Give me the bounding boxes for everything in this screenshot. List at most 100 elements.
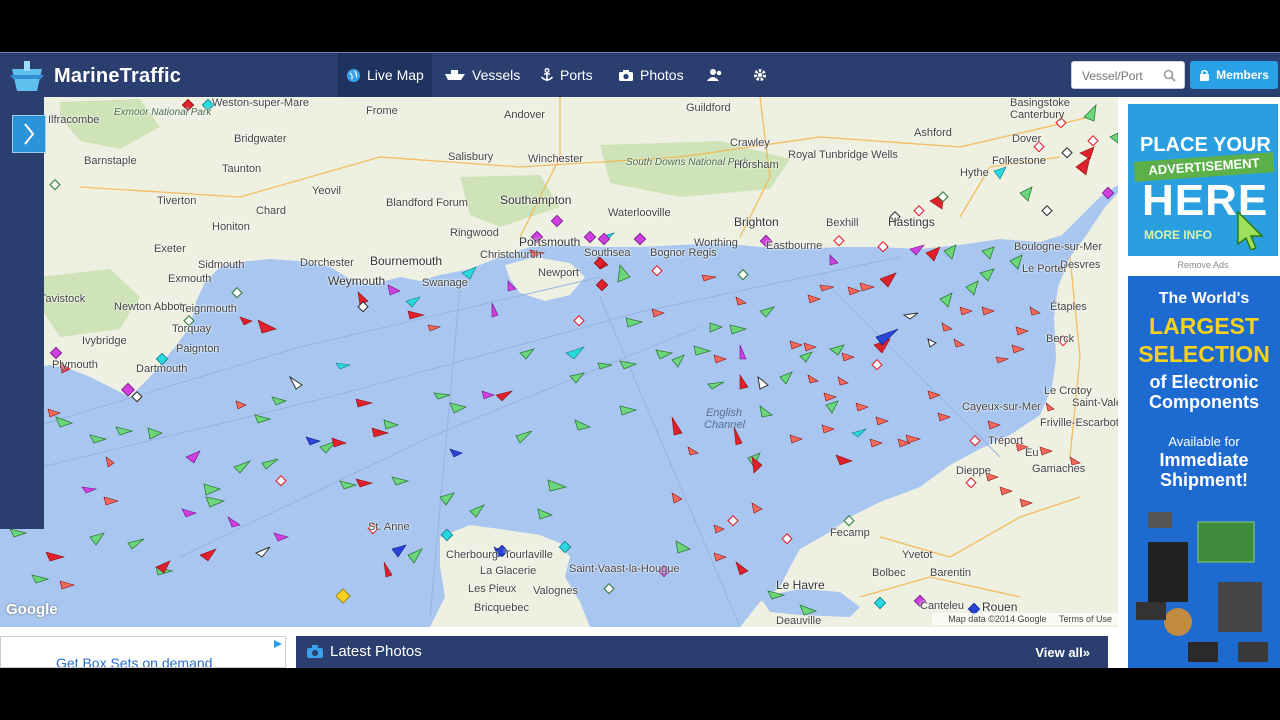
place-label: Étaples bbox=[1050, 301, 1087, 313]
nav-live-map[interactable]: Live Map bbox=[338, 53, 432, 97]
place-label: Berck bbox=[1046, 333, 1075, 345]
place-label: Basingstoke bbox=[1010, 97, 1070, 109]
nav-vessels[interactable]: Vessels bbox=[436, 53, 528, 97]
place-label: Ashford bbox=[914, 127, 952, 139]
latest-photos-bar: Latest Photos View all» bbox=[296, 636, 1108, 668]
top-navigation-bar: MarineTraffic Live Map Vessels Ports Pho… bbox=[0, 52, 1280, 97]
place-label: Dieppe bbox=[956, 465, 991, 477]
place-label: Fecamp bbox=[830, 527, 870, 539]
place-label: Royal Tunbridge Wells bbox=[788, 149, 898, 161]
gear-icon bbox=[754, 69, 766, 81]
box-sets-ad[interactable]: Get Box Sets on demand bbox=[0, 636, 286, 668]
search-input[interactable] bbox=[1080, 63, 1168, 89]
place-label: Crawley bbox=[730, 137, 770, 149]
place-label: Hastings bbox=[888, 215, 935, 229]
nav-ports[interactable]: Ports bbox=[532, 53, 601, 97]
globe-icon bbox=[346, 68, 361, 82]
place-label: Boulogne-sur-Mer bbox=[1014, 241, 1103, 253]
members-label: Members bbox=[1216, 68, 1269, 82]
search-icon[interactable] bbox=[1163, 69, 1176, 82]
place-label: Winchester bbox=[528, 153, 584, 165]
place-label: Bournemouth bbox=[370, 254, 443, 268]
place-label: Canterbury bbox=[1010, 109, 1065, 121]
place-label: Torquay bbox=[172, 323, 212, 335]
side-panel-toggle[interactable] bbox=[12, 115, 46, 153]
place-label: Sidmouth bbox=[198, 259, 245, 271]
place-label: Canteleu bbox=[920, 600, 965, 612]
place-label: Bexhill bbox=[826, 217, 859, 229]
place-label: Yvetot bbox=[902, 549, 933, 561]
ad2-line5: Immediate Shipment! bbox=[1159, 450, 1249, 490]
place-label: Deauville bbox=[776, 615, 822, 627]
place-label: Southsea bbox=[584, 247, 631, 259]
nav-photos-label: Photos bbox=[640, 67, 684, 83]
side-panel bbox=[0, 97, 44, 529]
place-label: Cayeux-sur-Mer bbox=[962, 401, 1041, 413]
map-attribution: Map data ©2014 Google Terms of Use bbox=[932, 613, 1118, 625]
place-label: Salisbury bbox=[448, 151, 494, 163]
place-label: Gamaches bbox=[1032, 463, 1086, 475]
ad3-text: Get Box Sets on demand bbox=[56, 655, 213, 668]
english-channel-label: English Channel bbox=[704, 407, 745, 431]
place-label: Ilfracombe bbox=[48, 114, 100, 126]
nav-settings[interactable] bbox=[744, 53, 782, 97]
adchoices-icon[interactable] bbox=[273, 639, 283, 649]
place-label: Tavistock bbox=[40, 293, 86, 305]
place-label: Ivybridge bbox=[82, 335, 127, 347]
place-label: La Glacerie bbox=[480, 565, 537, 577]
place-label: Teignmouth bbox=[180, 303, 237, 315]
browser-viewport: MarineTraffic Live Map Vessels Ports Pho… bbox=[0, 52, 1280, 668]
vessel-icon bbox=[445, 70, 465, 80]
users-icon bbox=[707, 69, 722, 81]
place-label: Saint-Valery bbox=[1072, 397, 1118, 409]
place-label: Cherbourg bbox=[446, 549, 498, 561]
place-label: Plymouth bbox=[52, 359, 98, 371]
ad2-line4: Available for bbox=[1168, 434, 1240, 449]
place-label: Paignton bbox=[176, 343, 220, 355]
google-logo: Google bbox=[6, 601, 58, 618]
place-label: Tiverton bbox=[157, 195, 197, 207]
place-label: Valognes bbox=[533, 585, 579, 597]
place-label: Eu bbox=[1025, 447, 1039, 459]
place-label: Horsham bbox=[734, 159, 779, 171]
place-label: Le Crotoy bbox=[1044, 385, 1092, 397]
ship-logo-icon bbox=[10, 61, 44, 91]
vessel-port-search[interactable] bbox=[1071, 61, 1185, 89]
terms-of-use-link[interactable]: Terms of Use bbox=[1059, 614, 1112, 624]
camera-icon bbox=[619, 69, 633, 81]
map-base-layer bbox=[0, 97, 1118, 627]
members-button[interactable]: Members bbox=[1190, 61, 1278, 89]
map-data-credit: Map data ©2014 Google bbox=[948, 614, 1047, 624]
ad2-line1: The World's bbox=[1158, 290, 1250, 307]
place-label: Tréport bbox=[988, 435, 1024, 447]
place-label: Southampton bbox=[500, 193, 572, 207]
place-your-ad-banner[interactable]: PLACE YOUR ADVERTISEMENT HERE MORE INFO bbox=[1128, 104, 1278, 256]
electronic-components-ad[interactable]: The World's LARGEST SELECTION of Electro… bbox=[1128, 276, 1280, 668]
place-label: Bolbec bbox=[872, 567, 906, 579]
marinetraffic-logo[interactable]: MarineTraffic bbox=[8, 59, 198, 93]
place-label: Weston-super-Mare bbox=[212, 97, 309, 109]
nav-community[interactable] bbox=[698, 53, 738, 97]
place-label: Dorchester bbox=[300, 257, 354, 269]
place-label: Bridgwater bbox=[234, 133, 287, 145]
place-label: Eastbourne bbox=[766, 240, 823, 252]
place-label: Christchurch bbox=[480, 249, 542, 261]
remove-ads-link[interactable]: Remove Ads bbox=[1128, 260, 1278, 270]
live-map[interactable]: Weston-super-Mare Frome Andover Guildford Ba… bbox=[0, 97, 1118, 627]
place-label: Les Pieux bbox=[468, 583, 517, 595]
chevron-right-icon bbox=[24, 123, 35, 145]
nav-photos[interactable]: Photos bbox=[610, 53, 692, 97]
place-label: Tourlaville bbox=[504, 549, 553, 561]
electronic-components-image bbox=[1128, 502, 1280, 668]
place-label: Guildford bbox=[686, 102, 731, 114]
view-all-link[interactable]: View all» bbox=[1035, 645, 1090, 660]
place-label: Le Havre bbox=[776, 578, 825, 592]
place-label: Waterlooville bbox=[608, 207, 671, 219]
place-label: Hythe bbox=[960, 167, 989, 179]
place-label: Barnstaple bbox=[84, 155, 137, 167]
place-label: Newton Abbot bbox=[114, 301, 183, 313]
ad1-more-info[interactable]: MORE INFO bbox=[1144, 228, 1212, 242]
ad2-line3: of Electronic Components bbox=[1149, 372, 1259, 412]
ad2-line2: LARGEST SELECTION bbox=[1138, 313, 1270, 367]
place-label: Ringwood bbox=[450, 227, 499, 239]
